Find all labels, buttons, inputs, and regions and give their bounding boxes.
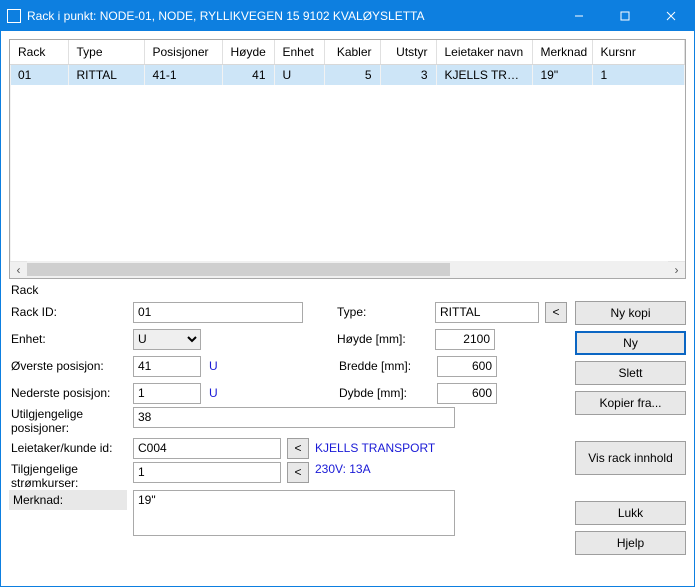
label-merknad: Merknad: bbox=[9, 490, 127, 510]
col-rack[interactable]: Rack bbox=[10, 40, 68, 64]
scroll-thumb[interactable] bbox=[27, 263, 450, 276]
leietaker-name-link[interactable]: KJELLS TRANSPORT bbox=[315, 441, 435, 455]
chevron-left-icon: < bbox=[294, 441, 301, 455]
hoyde-input[interactable] bbox=[435, 329, 495, 350]
window-title: Rack i punkt: NODE-01, NODE, RYLLIKVEGEN… bbox=[27, 9, 556, 23]
scroll-left-icon[interactable]: ‹ bbox=[10, 261, 27, 278]
scroll-track[interactable] bbox=[27, 261, 668, 278]
stromkurs-input[interactable] bbox=[133, 462, 281, 483]
grid-header-row[interactable]: Rack Type Posisjoner Høyde Enhet Kabler … bbox=[10, 40, 685, 64]
merknad-textarea[interactable]: 19" bbox=[133, 490, 455, 536]
rack-id-input[interactable] bbox=[133, 302, 303, 323]
label-leietaker: Leietaker/kunde id: bbox=[9, 441, 127, 455]
table-row[interactable]: 01 RITTAL 41-1 41 U 5 3 KJELLS TRAN... 1… bbox=[10, 65, 685, 85]
col-utstyr[interactable]: Utstyr bbox=[380, 40, 436, 64]
enhet-select[interactable]: U bbox=[133, 329, 201, 350]
label-bredde: Bredde [mm]: bbox=[339, 359, 431, 373]
strom-hint: 230V: 13A bbox=[315, 462, 371, 476]
col-kursnr[interactable]: Kursnr bbox=[592, 40, 685, 64]
app-icon bbox=[7, 9, 21, 23]
utilgjengelige-input[interactable] bbox=[133, 407, 455, 428]
kopier-fra-button[interactable]: Kopier fra... bbox=[575, 391, 686, 415]
grid-hscroll[interactable]: ‹ › bbox=[10, 261, 685, 278]
cell-utstyr: 3 bbox=[380, 65, 436, 85]
unit-nederste: U bbox=[209, 386, 225, 400]
label-dybde: Dybde [mm]: bbox=[339, 386, 431, 400]
label-overste: Øverste posisjon: bbox=[9, 359, 127, 373]
col-merknad[interactable]: Merknad bbox=[532, 40, 592, 64]
rack-grid[interactable]: Rack Type Posisjoner Høyde Enhet Kabler … bbox=[9, 39, 686, 279]
slett-button[interactable]: Slett bbox=[575, 361, 686, 385]
cell-type: RITTAL bbox=[68, 65, 144, 85]
unit-overste: U bbox=[209, 359, 225, 373]
label-enhet: Enhet: bbox=[9, 332, 127, 346]
col-posisjoner[interactable]: Posisjoner bbox=[144, 40, 222, 64]
cell-merknad: 19" bbox=[532, 65, 592, 85]
nederste-input[interactable] bbox=[133, 383, 201, 404]
col-leietaker[interactable]: Leietaker navn bbox=[436, 40, 532, 64]
chevron-left-icon: < bbox=[552, 305, 559, 319]
bredde-input[interactable] bbox=[437, 356, 497, 377]
chevron-left-icon: < bbox=[294, 465, 301, 479]
label-stromkurser: Tilgjengelige strømkurser: bbox=[9, 462, 127, 490]
cell-rack: 01 bbox=[10, 65, 68, 85]
cell-enhet: U bbox=[274, 65, 324, 85]
dybde-input[interactable] bbox=[437, 383, 497, 404]
col-type[interactable]: Type bbox=[68, 40, 144, 64]
label-type: Type: bbox=[337, 305, 429, 319]
hjelp-button[interactable]: Hjelp bbox=[575, 531, 686, 555]
titlebar: Rack i punkt: NODE-01, NODE, RYLLIKVEGEN… bbox=[1, 1, 694, 31]
col-kabler[interactable]: Kabler bbox=[324, 40, 380, 64]
label-rack-id: Rack ID: bbox=[9, 305, 127, 319]
cell-leietaker: KJELLS TRAN... bbox=[436, 65, 532, 85]
overste-input[interactable] bbox=[133, 356, 201, 377]
section-rack-label: Rack bbox=[11, 283, 686, 297]
label-nederste: Nederste posisjon: bbox=[9, 386, 127, 400]
scroll-right-icon[interactable]: › bbox=[668, 261, 685, 278]
leietaker-input[interactable] bbox=[133, 438, 281, 459]
type-input[interactable] bbox=[435, 302, 539, 323]
lukk-button[interactable]: Lukk bbox=[575, 501, 686, 525]
cell-hoyde: 41 bbox=[222, 65, 274, 85]
cell-posisjoner: 41-1 bbox=[144, 65, 222, 85]
col-hoyde[interactable]: Høyde bbox=[222, 40, 274, 64]
vis-rack-innhold-button[interactable]: Vis rack innhold bbox=[575, 441, 686, 475]
col-enhet[interactable]: Enhet bbox=[274, 40, 324, 64]
stromkurs-picker-button[interactable]: < bbox=[287, 462, 309, 483]
cell-kursnr: 1 bbox=[592, 65, 685, 85]
label-hoyde: Høyde [mm]: bbox=[337, 332, 429, 346]
minimize-button[interactable] bbox=[556, 1, 602, 31]
ny-kopi-button[interactable]: Ny kopi bbox=[575, 301, 686, 325]
ny-button[interactable]: Ny bbox=[575, 331, 686, 355]
cell-kabler: 5 bbox=[324, 65, 380, 85]
label-utilgjengelige: Utilgjengelige posisjoner: bbox=[9, 407, 127, 435]
close-button[interactable] bbox=[648, 1, 694, 31]
maximize-button[interactable] bbox=[602, 1, 648, 31]
type-picker-button[interactable]: < bbox=[545, 302, 567, 323]
leietaker-picker-button[interactable]: < bbox=[287, 438, 309, 459]
